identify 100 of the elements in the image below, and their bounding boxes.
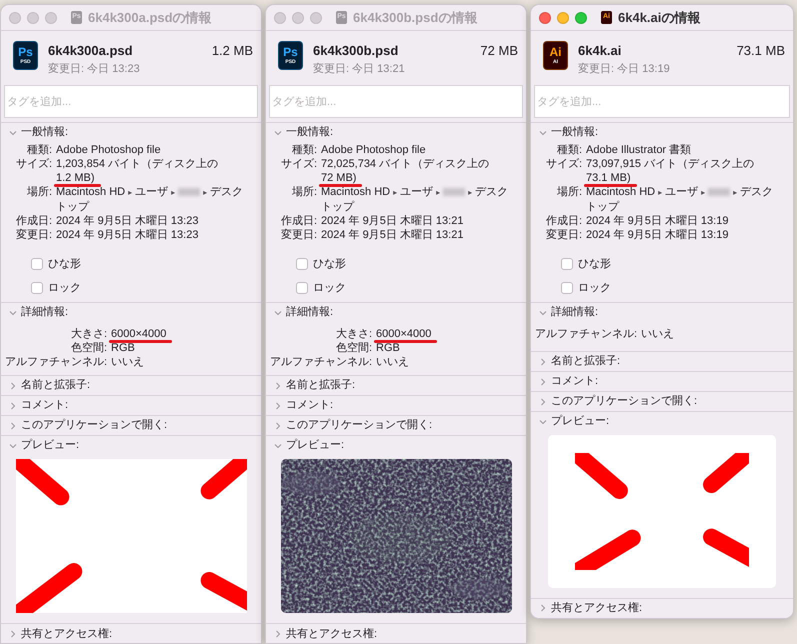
path-separator: ▸ [128, 188, 132, 197]
section-title[interactable]: 一般情報: [286, 124, 334, 141]
chevron-down-icon[interactable] [274, 128, 282, 136]
checkbox-label: ひな形 [578, 257, 611, 272]
section-title[interactable]: 一般情報: [551, 124, 598, 141]
section-title[interactable]: 共有とアクセス権: [21, 626, 112, 642]
section-title[interactable]: コメント: [286, 397, 334, 414]
info-label: 作成日: [14, 214, 52, 228]
path-separator: ▸ [468, 188, 472, 197]
file-name: 6k4k300b.psd [313, 42, 400, 60]
path-text[interactable]: ユーザ [400, 186, 434, 198]
section-title[interactable]: プレビュー: [551, 413, 610, 430]
section-title[interactable]: このアプリケーションで開く: [286, 417, 432, 434]
path-text: トップ [56, 201, 89, 213]
path-text: トップ [586, 201, 619, 213]
blurred-name [708, 188, 730, 196]
file-size: 73.1 MB [736, 42, 785, 60]
chevron-down-icon[interactable] [539, 418, 547, 426]
info-label: アルファチャンネル: [268, 355, 372, 369]
info-label: サイズ: [14, 157, 52, 172]
chevron-right-icon[interactable] [539, 358, 547, 366]
chevron-down-icon[interactable] [274, 308, 282, 316]
checkbox[interactable] [31, 258, 43, 270]
info-value: 2024 年 9月5日 木曜日 13:19 [586, 214, 728, 228]
section-title[interactable]: コメント: [551, 373, 598, 390]
blurred-name [178, 188, 200, 196]
info-label: 変更日: [280, 228, 317, 242]
path-text[interactable]: Macintosh HD [56, 186, 126, 198]
zoom-button[interactable] [310, 12, 322, 24]
section-title[interactable]: プレビュー: [21, 437, 80, 454]
chevron-down-icon[interactable] [9, 308, 17, 316]
path-text[interactable]: ユーザ [665, 186, 698, 198]
chevron-right-icon[interactable] [274, 382, 282, 390]
checkbox[interactable] [296, 258, 308, 270]
chevron-right-icon[interactable] [539, 378, 547, 386]
info-value: 2024 年 9月5日 木曜日 13:19 [586, 228, 728, 242]
section-title[interactable]: コメント: [21, 397, 68, 414]
minimize-button[interactable] [27, 12, 39, 24]
checkbox[interactable] [296, 282, 308, 294]
info-value: 72,025,734 バイト（ディスク上の [321, 157, 490, 171]
section-title[interactable]: 名前と拡張子: [286, 377, 356, 394]
checkbox[interactable] [561, 282, 573, 294]
chevron-down-icon[interactable] [274, 442, 282, 450]
section-title[interactable]: このアプリケーションで開く: [21, 417, 168, 434]
section-title[interactable]: 共有とアクセス権: [551, 600, 642, 616]
section-title[interactable]: 詳細情報: [286, 304, 334, 321]
section-title[interactable]: 共有とアクセス権: [286, 626, 378, 642]
section-title[interactable]: 名前と拡張子: [21, 377, 90, 394]
chevron-right-icon[interactable] [274, 402, 282, 410]
tags-field[interactable]: タグを追加... [4, 85, 258, 118]
chevron-right-icon[interactable] [9, 630, 17, 638]
section-title[interactable]: 詳細情報: [21, 304, 68, 321]
info-value: RGB [376, 341, 400, 355]
close-button[interactable] [274, 12, 286, 24]
chevron-right-icon[interactable] [9, 382, 17, 390]
modified-date: 変更日: 今日 13:19 [578, 62, 670, 76]
path-text[interactable]: Macintosh HD [586, 186, 656, 198]
file-name: 6k4k.ai [578, 42, 622, 60]
info-value: いいえ [111, 355, 144, 369]
info-value: 1.2 MB) [56, 171, 95, 185]
chevron-down-icon[interactable] [9, 128, 17, 136]
chevron-right-icon[interactable] [539, 398, 547, 406]
tags-field[interactable]: タグを追加... [534, 85, 790, 118]
minimize-button[interactable] [292, 12, 304, 24]
path-text[interactable]: デスク [210, 186, 244, 198]
chevron-down-icon[interactable] [9, 442, 17, 450]
checkbox[interactable] [31, 282, 43, 294]
section-title[interactable]: このアプリケーションで開く: [551, 393, 698, 410]
close-button[interactable] [9, 12, 21, 24]
info-value: 6000×4000 [376, 327, 432, 341]
file-size: 72 MB [480, 42, 518, 60]
section-title[interactable]: 一般情報: [21, 124, 68, 141]
info-value: 6000×4000 [111, 327, 166, 341]
checkbox-label: ロック [578, 280, 611, 296]
path-separator: ▸ [701, 188, 706, 197]
checkbox[interactable] [561, 258, 573, 270]
info-label: 場所: [290, 185, 317, 200]
path-separator: ▸ [733, 188, 738, 197]
path-text[interactable]: デスク [740, 186, 774, 198]
section-title[interactable]: 名前と拡張子: [551, 353, 620, 370]
path-text[interactable]: デスク [475, 186, 508, 198]
info-label: 大きさ: [334, 327, 372, 341]
chevron-down-icon[interactable] [539, 308, 547, 316]
section-title[interactable]: プレビュー: [286, 437, 344, 454]
path-text[interactable]: ユーザ [135, 186, 168, 198]
path-text[interactable]: Macintosh HD [321, 186, 390, 198]
chevron-right-icon[interactable] [274, 630, 282, 638]
window-title: 6k4k300a.psdの情報 [88, 8, 212, 27]
section-title[interactable]: 詳細情報: [551, 304, 598, 321]
chevron-right-icon[interactable] [274, 422, 282, 430]
chevron-right-icon[interactable] [9, 422, 17, 430]
info-label: サイズ: [544, 157, 582, 172]
info-value: Adobe Photoshop file [56, 143, 161, 157]
info-label: 種類: [290, 143, 317, 157]
modified-date: 変更日: 今日 13:21 [313, 62, 405, 76]
chevron-down-icon[interactable] [539, 128, 547, 136]
zoom-button[interactable] [45, 12, 57, 24]
chevron-right-icon[interactable] [9, 402, 17, 410]
chevron-right-icon[interactable] [539, 604, 547, 612]
tags-field[interactable]: タグを追加... [269, 85, 523, 118]
